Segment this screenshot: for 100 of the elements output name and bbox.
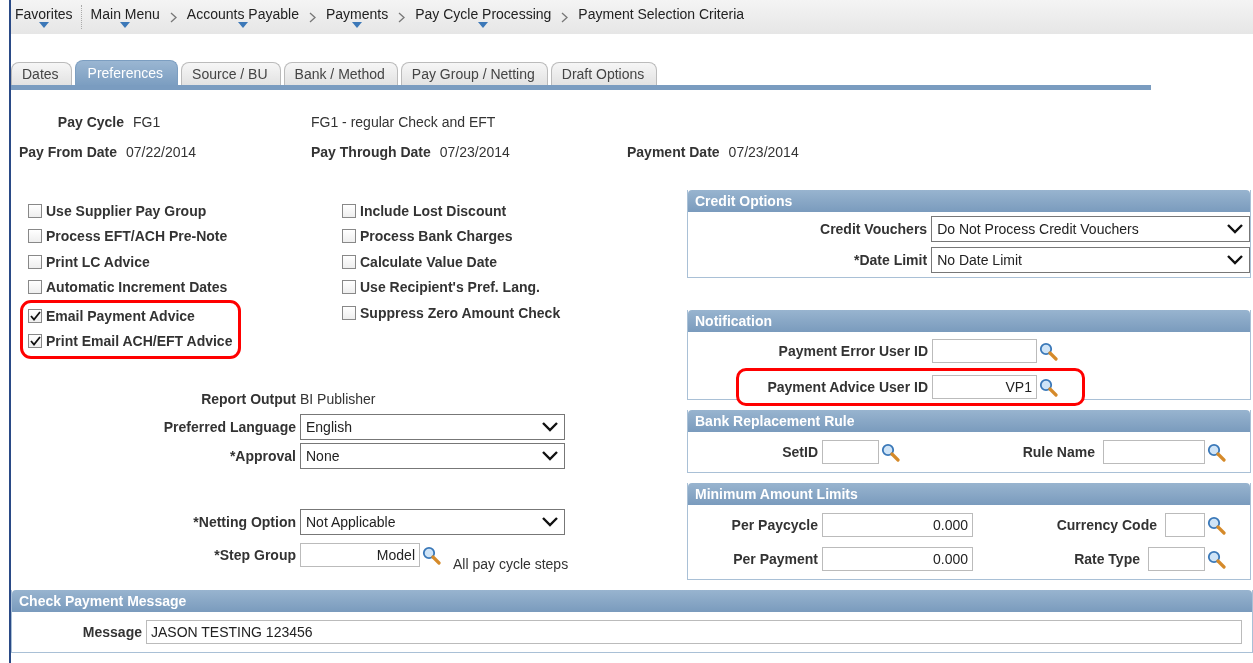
tab[interactable]: Dates [11, 62, 72, 85]
checkbox[interactable] [342, 305, 356, 320]
dropdown[interactable]: None [300, 443, 565, 469]
checkbox[interactable] [28, 203, 42, 218]
checkbox[interactable] [28, 308, 42, 323]
checkbox[interactable] [28, 334, 42, 349]
search-icon[interactable] [1207, 442, 1226, 462]
checkbox-label: Print LC Advice [46, 253, 150, 270]
search-icon[interactable] [1039, 377, 1058, 397]
checkbox[interactable] [28, 229, 42, 244]
breadcrumb-link[interactable]: Payments [321, 6, 393, 28]
input-field[interactable]: JASON TESTING 123456 [146, 620, 1242, 644]
field-label: *Netting Option [192, 514, 296, 530]
breadcrumb-link[interactable]: Accounts Payable [182, 6, 303, 28]
field-value: 07/23/2014 [728, 144, 799, 160]
tab[interactable]: Pay Group / Netting [400, 62, 548, 85]
input-field[interactable] [1103, 440, 1205, 464]
chevron-right-icon [169, 11, 177, 23]
field-label: Pay From Date [19, 144, 118, 160]
input-field[interactable] [1148, 547, 1205, 571]
search-icon[interactable] [881, 442, 900, 462]
caret-down-icon[interactable] [120, 22, 131, 28]
field-label: Rule Name [1022, 444, 1096, 460]
chevron-down-icon [1226, 254, 1244, 266]
checkbox[interactable] [342, 280, 356, 295]
input-field[interactable]: Model [300, 543, 420, 567]
checkbox-label: Calculate Value Date [360, 253, 497, 270]
chevron-right-icon [308, 11, 316, 23]
caret-down-icon[interactable] [237, 22, 248, 28]
group-header: Bank Replacement Rule [688, 410, 1250, 432]
checkbox[interactable] [28, 280, 42, 295]
field-label: Rate Type [1074, 551, 1141, 567]
input-field[interactable] [1165, 513, 1205, 537]
field-label: Preferred Language [162, 419, 296, 435]
breadcrumb-link[interactable]: Favorites [11, 6, 77, 28]
chevron-right-icon [561, 11, 569, 23]
field-label: *Date Limit [853, 252, 928, 268]
field-value: 07/22/2014 [126, 144, 197, 160]
checkbox-label: Automatic Increment Dates [46, 279, 228, 296]
dropdown[interactable]: No Date Limit [931, 247, 1250, 273]
input-field[interactable]: 0.000 [822, 513, 973, 537]
field-value: FG1 [133, 114, 161, 130]
checkbox-label: Process EFT/ACH Pre-Note [46, 228, 228, 245]
chevron-down-icon [541, 516, 559, 528]
field-label: Payment Advice User ID [766, 379, 929, 395]
checkbox-label: Process Bank Charges [360, 228, 513, 245]
field-label: Per Payment [732, 551, 819, 567]
search-icon[interactable] [1207, 549, 1226, 569]
caret-down-icon[interactable] [478, 22, 489, 28]
field-label: Credit Vouchers [819, 221, 928, 237]
breadcrumb-link[interactable]: Pay Cycle Processing [411, 6, 556, 28]
checkbox[interactable] [342, 254, 356, 269]
group-header: Credit Options [688, 190, 1250, 212]
field-label: *Step Group [213, 547, 296, 563]
group-header: Minimum Amount Limits [688, 483, 1250, 505]
input-field[interactable]: VP1 [932, 375, 1037, 399]
tab[interactable]: Draft Options [550, 62, 658, 85]
caret-down-icon[interactable] [38, 22, 49, 28]
checkbox-label: Use Supplier Pay Group [46, 202, 207, 219]
field-label: Payment Error User ID [777, 343, 929, 359]
checkbox[interactable] [28, 254, 42, 269]
search-icon[interactable] [1207, 515, 1226, 535]
field-description: FG1 - regular Check and EFT [311, 114, 496, 130]
field-label: Message [81, 624, 142, 640]
group-header: Notification [688, 310, 1250, 332]
checkbox-label: Email Payment Advice [46, 307, 195, 324]
breadcrumb-link[interactable]: Main Menu [86, 6, 164, 28]
input-field[interactable] [932, 339, 1037, 363]
input-field[interactable]: 0.000 [822, 547, 973, 571]
checkbox-label: Suppress Zero Amount Check [360, 304, 561, 321]
breadcrumb-link[interactable]: Payment Selection Criteria [574, 6, 749, 28]
chevron-down-icon [1226, 223, 1244, 235]
checkbox-label: Use Recipient's Pref. Lang. [360, 279, 540, 296]
dropdown[interactable]: Do Not Process Credit Vouchers [931, 216, 1250, 242]
input-field[interactable] [822, 440, 879, 464]
checkbox-label: Include Lost Discount [360, 202, 507, 219]
field-label: Pay Cycle [56, 114, 124, 130]
chevron-right-icon [398, 11, 406, 23]
field-label: Currency Code [1056, 517, 1158, 533]
search-icon[interactable] [1039, 341, 1058, 361]
checkbox[interactable] [342, 203, 356, 218]
dropdown[interactable]: Not Applicable [300, 509, 565, 535]
chevron-down-icon [541, 450, 559, 462]
group-header: Check Payment Message [12, 590, 1252, 612]
field-label: Per Paycycle [730, 517, 819, 533]
checkbox-label: Print Email ACH/EFT Advice [46, 333, 233, 350]
field-label: Report Output [200, 391, 296, 407]
checkbox[interactable] [342, 229, 356, 244]
search-icon[interactable] [422, 545, 441, 565]
tab[interactable]: Bank / Method [283, 62, 398, 85]
field-label: SetID [781, 444, 819, 460]
chevron-down-icon [541, 421, 559, 433]
field-value: 07/23/2014 [439, 144, 510, 160]
field-label: Payment Date [627, 144, 720, 160]
caret-down-icon[interactable] [352, 22, 363, 28]
field-label: Pay Through Date [311, 144, 431, 160]
field-label: *Approval [228, 448, 296, 464]
dropdown[interactable]: English [300, 414, 565, 440]
tab[interactable]: Source / BU [181, 62, 281, 85]
field-description: All pay cycle steps [453, 556, 569, 572]
